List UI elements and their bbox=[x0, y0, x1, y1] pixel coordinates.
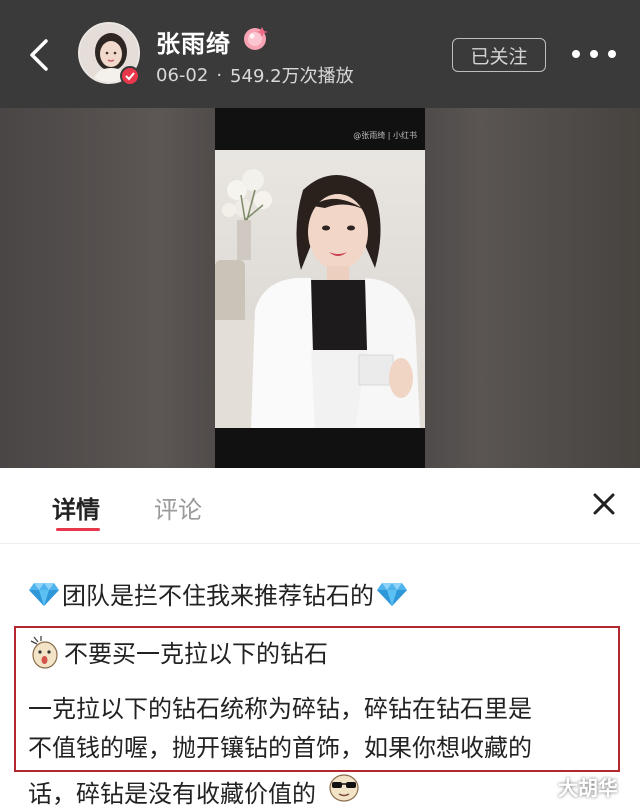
post-title-text: 团队是拦不住我来推荐钻石的 bbox=[62, 582, 374, 610]
overlay-watermark: 大胡华 bbox=[558, 776, 618, 800]
tab-bar: 详情 评论 bbox=[0, 468, 640, 544]
chevron-left-icon bbox=[30, 39, 48, 71]
video-still-image bbox=[215, 169, 425, 428]
diamond-icon bbox=[377, 582, 407, 606]
video-player[interactable]: @张雨绮 | 小红书 bbox=[0, 108, 640, 468]
verified-badge-icon bbox=[120, 66, 140, 86]
user-name[interactable]: 张雨绮 bbox=[156, 24, 231, 59]
shouting-face-icon bbox=[30, 635, 58, 669]
video-content bbox=[215, 150, 425, 428]
post-body-line: 话，碎钻是没有收藏价值的 bbox=[28, 768, 618, 812]
post-header: 张雨绮 06-02 · 549.2万次播放 已关注 bbox=[0, 0, 640, 108]
back-button[interactable] bbox=[22, 36, 56, 74]
sunglasses-face-icon bbox=[329, 774, 359, 802]
follow-button[interactable]: 已关注 bbox=[452, 38, 546, 72]
post-body: 一克拉以下的钻石统称为碎钻，碎钻在钻石里是 不值钱的喔，抛开镶钻的首饰，如果你想… bbox=[28, 690, 618, 812]
post-body-line: 不值钱的喔，抛开镶钻的首饰，如果你想收藏的 bbox=[28, 734, 532, 762]
diamond-icon bbox=[29, 582, 59, 606]
active-tab-indicator bbox=[56, 528, 100, 531]
post-subhead-text: 不要买一克拉以下的钻石 bbox=[64, 640, 328, 668]
tab-comments[interactable]: 评论 bbox=[154, 490, 202, 525]
post-body-line: 一克拉以下的钻石统称为碎钻，碎钻在钻石里是 bbox=[28, 695, 532, 723]
post-subhead: 不要买一克拉以下的钻石 bbox=[28, 634, 328, 669]
meta-separator: · bbox=[216, 64, 223, 86]
play-count: 549.2万次播放 bbox=[230, 66, 354, 87]
tab-details[interactable]: 详情 bbox=[52, 490, 100, 525]
more-button[interactable] bbox=[572, 44, 616, 64]
pink-gem-icon bbox=[242, 24, 270, 52]
video-watermark: @张雨绮 | 小红书 bbox=[353, 131, 417, 140]
post-title: 团队是拦不住我来推荐钻石的 bbox=[28, 576, 408, 611]
close-button[interactable] bbox=[588, 488, 620, 520]
post-meta: 06-02 · 549.2万次播放 bbox=[156, 62, 354, 88]
close-icon bbox=[593, 493, 615, 515]
post-date: 06-02 bbox=[156, 64, 209, 86]
post-body-line-text: 话，碎钻是没有收藏价值的 bbox=[28, 780, 316, 808]
more-dots-icon bbox=[572, 50, 580, 58]
video-frame[interactable]: @张雨绮 | 小红书 bbox=[215, 108, 425, 468]
